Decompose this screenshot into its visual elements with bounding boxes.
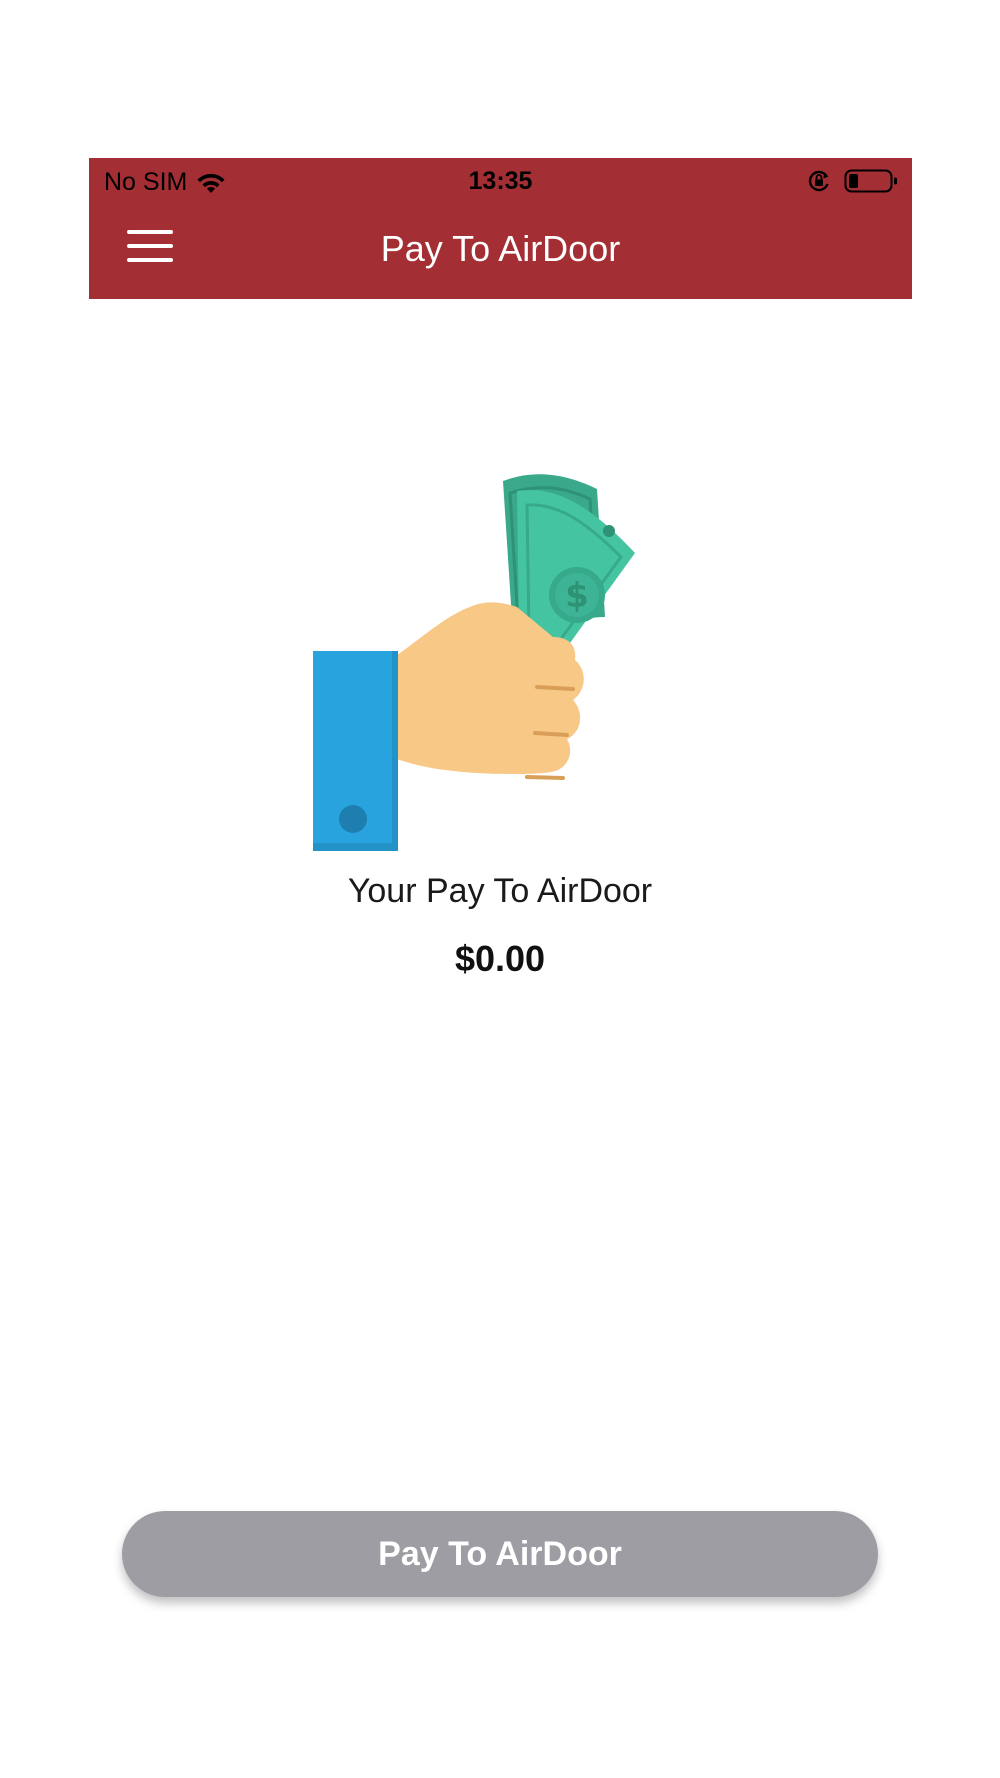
battery-icon [844, 169, 897, 193]
pay-to-airdoor-screen: No SIM 13:35 Pay To AirDoor $ Your Pay T… [0, 0, 1000, 1778]
hand-holding-money-illustration: $ [313, 474, 635, 851]
pay-amount: $0.00 [454, 938, 546, 979]
status-time: 13:35 [468, 167, 533, 195]
page-title: Pay To AirDoor [380, 228, 621, 269]
navigation-bar: Pay To AirDoor [89, 204, 912, 299]
pay-caption: Your Pay To AirDoor [347, 872, 653, 910]
svg-text:$: $ [565, 576, 589, 616]
pay-to-airdoor-button[interactable]: Pay To AirDoor [122, 1511, 878, 1597]
status-icons [806, 168, 898, 194]
app-header: No SIM 13:35 Pay To AirDoor [89, 158, 912, 299]
orientation-lock-icon [808, 170, 829, 192]
status-bar: No SIM 13:35 [89, 158, 912, 204]
